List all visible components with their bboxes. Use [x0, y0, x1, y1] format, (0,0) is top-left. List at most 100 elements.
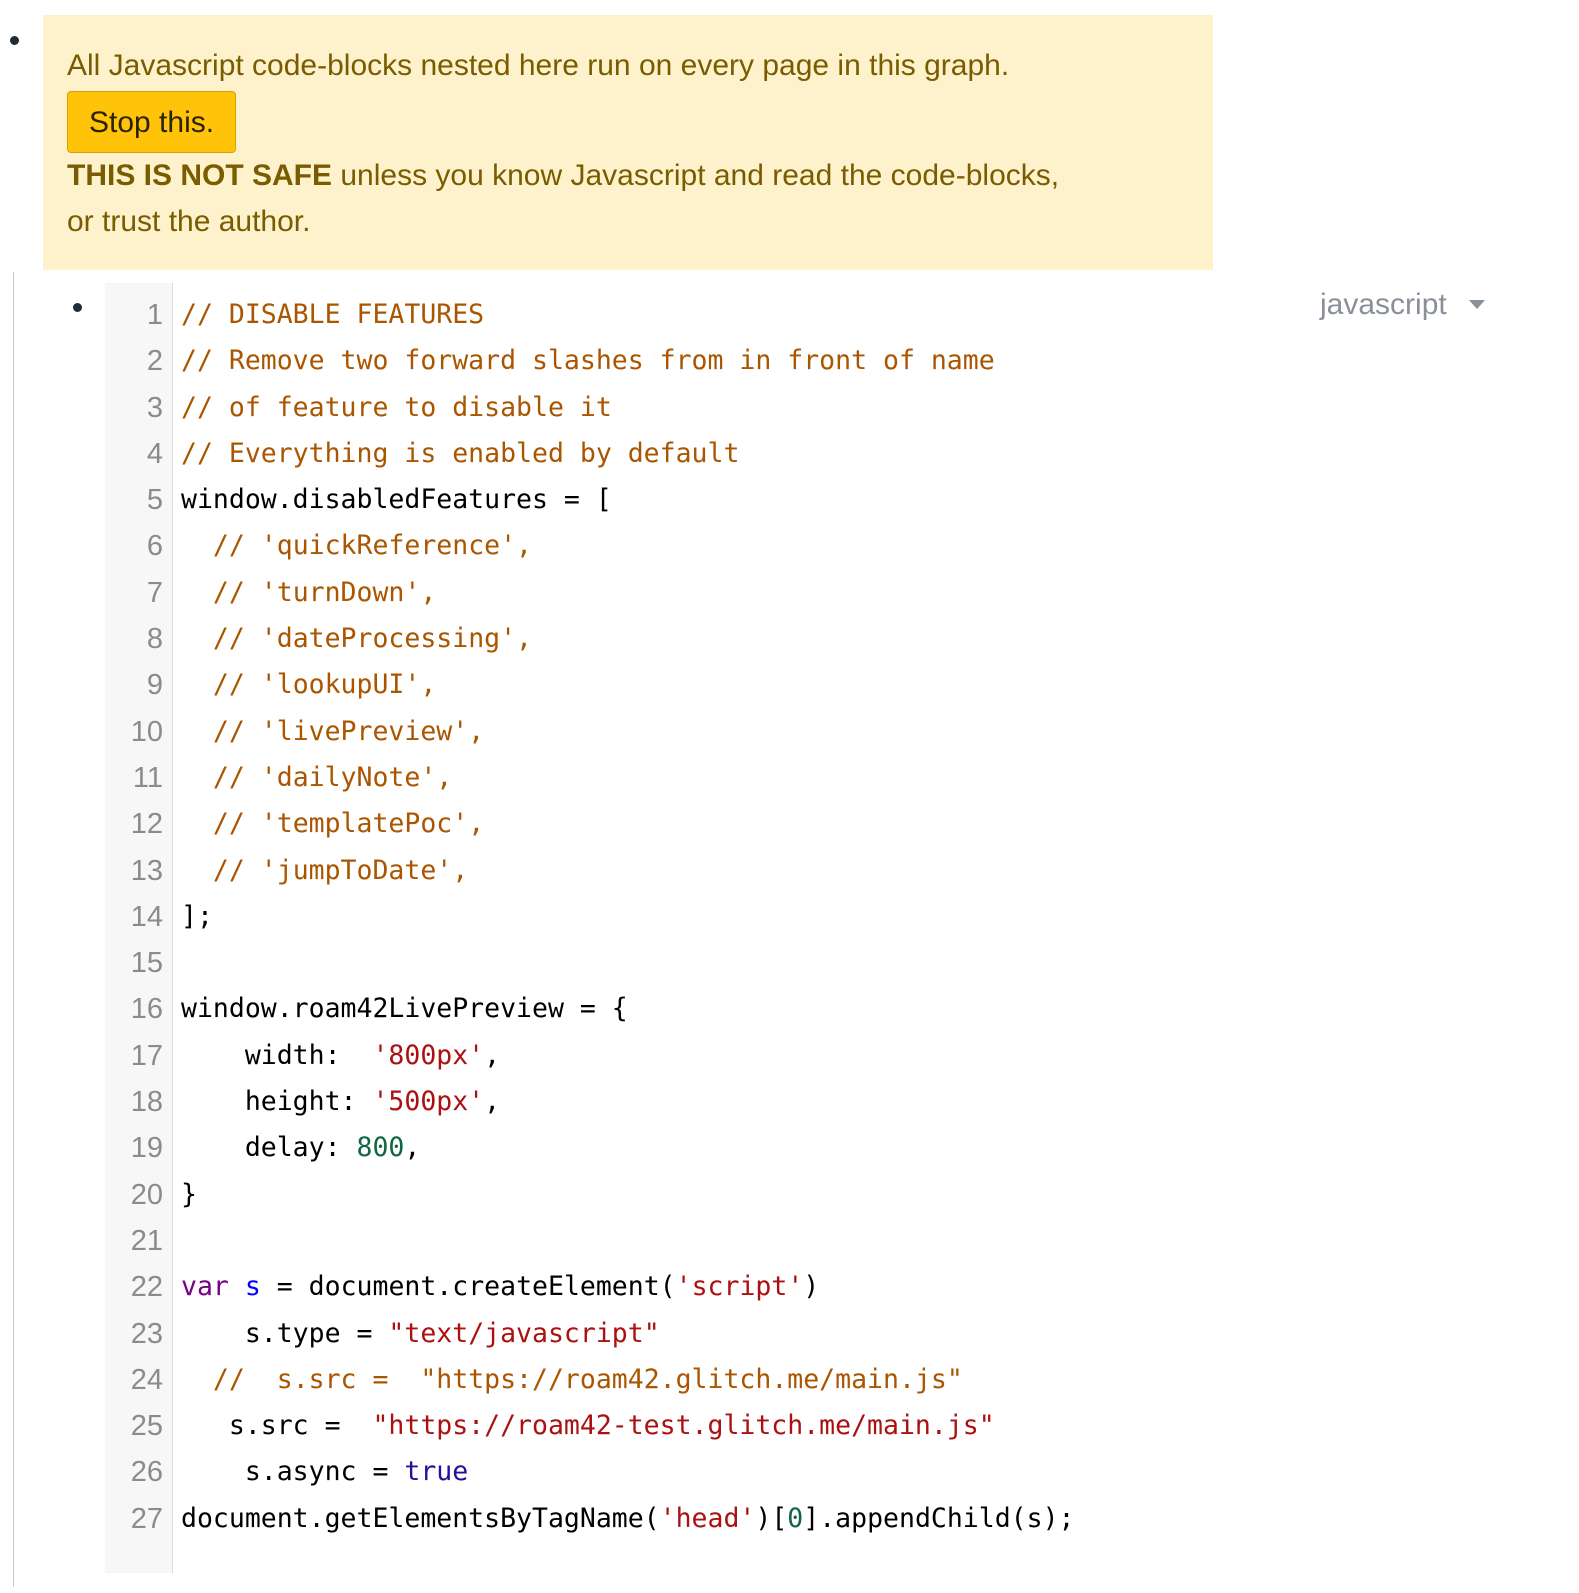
code-line[interactable]: 19 delay: 800, — [105, 1128, 1535, 1174]
code-token: 'script' — [675, 1271, 804, 1303]
js-warning-banner: All Javascript code-blocks nested here r… — [43, 15, 1213, 270]
code-line[interactable]: 6 // 'quickReference', — [105, 526, 1535, 572]
code-line[interactable]: 18 height: '500px', — [105, 1082, 1535, 1128]
code-text[interactable]: var s = document.createElement('script') — [181, 1267, 819, 1307]
code-text[interactable]: // 'jumpToDate', — [181, 851, 468, 891]
code-text[interactable]: width: '800px', — [181, 1036, 500, 1076]
code-token: '500px' — [372, 1086, 485, 1118]
code-token: // 'livePreview', — [212, 715, 485, 747]
code-line[interactable]: 14]; — [105, 897, 1535, 943]
code-token: , — [484, 1039, 501, 1071]
line-number: 22 — [130, 1271, 163, 1304]
code-token: , — [484, 1086, 501, 1118]
stop-this-button[interactable]: Stop this. — [67, 91, 237, 153]
warning-bold-text: THIS IS NOT SAFE — [67, 159, 333, 192]
code-line[interactable]: 27 document.getElementsByTagName('head')[… — [105, 1499, 1535, 1545]
code-token: s — [244, 1271, 261, 1303]
language-select[interactable]: javascript — [1320, 288, 1485, 322]
code-line[interactable]: 21 — [105, 1221, 1535, 1267]
line-number: 19 — [130, 1132, 163, 1165]
code-line[interactable]: 5 window.disabledFeatures = [ — [105, 480, 1535, 526]
line-number: 2 — [146, 345, 163, 378]
code-text[interactable]: // Everything is enabled by default — [181, 434, 739, 474]
line-number: 25 — [130, 1410, 163, 1443]
code-text[interactable]: // 'turnDown', — [181, 573, 436, 613]
line-number: 17 — [130, 1039, 163, 1072]
line-number: 24 — [130, 1363, 163, 1396]
code-text[interactable]: window.roam42LivePreview = { — [181, 989, 628, 1029]
code-line[interactable]: 25 s.src = "https://roam42-test.glitch.m… — [105, 1406, 1535, 1452]
code-line[interactable]: 9 // 'lookupUI', — [105, 665, 1535, 711]
code-token: // 'dateProcessing', — [212, 623, 533, 655]
code-text[interactable]: // 'dailyNote', — [181, 758, 452, 798]
code-text[interactable]: // 'dateProcessing', — [181, 619, 532, 659]
code-text[interactable]: s.async = true — [181, 1452, 468, 1492]
code-line[interactable]: 7 // 'turnDown', — [105, 573, 1535, 619]
line-number: 21 — [130, 1224, 163, 1257]
code-line[interactable]: 12 // 'templatePoc', — [105, 804, 1535, 850]
code-text[interactable]: s.type = "text/javascript" — [181, 1314, 660, 1354]
code-line[interactable]: 22 var s = document.createElement('script… — [105, 1267, 1535, 1313]
code-text[interactable]: // s.src = "https://roam42.glitch.me/mai… — [181, 1360, 963, 1400]
code-text[interactable]: height: '500px', — [181, 1082, 500, 1122]
code-line[interactable]: 15 — [105, 943, 1535, 989]
code-token: // Remove two forward slashes from in fr… — [181, 345, 995, 377]
line-number: 10 — [130, 715, 163, 748]
code-token: width: — [181, 1039, 373, 1071]
code-token: document.getElementsByTagName( — [181, 1502, 660, 1534]
code-line[interactable]: 24 // s.src = "https://roam42.glitch.me/… — [105, 1360, 1535, 1406]
code-text[interactable]: // 'lookupUI', — [181, 665, 436, 705]
code-text[interactable]: // of feature to disable it — [181, 388, 612, 428]
code-line[interactable]: 26 s.async = true — [105, 1452, 1535, 1498]
block-bullet[interactable] — [10, 36, 19, 45]
code-text[interactable]: // Remove two forward slashes from in fr… — [181, 341, 995, 381]
code-token: height: — [181, 1086, 373, 1118]
code-text[interactable]: } — [181, 1175, 197, 1215]
code-text[interactable]: // 'templatePoc', — [181, 804, 484, 844]
code-line[interactable]: 2 // Remove two forward slashes from in f… — [105, 341, 1535, 387]
code-token: s.src = — [181, 1410, 373, 1442]
code-token: 0 — [787, 1502, 804, 1534]
code-token: 800 — [356, 1132, 405, 1164]
code-token: // Everything is enabled by default — [181, 437, 740, 469]
code-line[interactable]: 8 // 'dateProcessing', — [105, 619, 1535, 665]
code-text[interactable]: document.getElementsByTagName('head')[0]… — [181, 1499, 1075, 1539]
code-line[interactable]: 10 // 'livePreview', — [105, 712, 1535, 758]
code-token: // DISABLE FEATURES — [181, 299, 485, 330]
line-number: 14 — [130, 900, 163, 933]
code-line[interactable]: 23 s.type = "text/javascript" — [105, 1314, 1535, 1360]
code-text[interactable]: delay: 800, — [181, 1128, 421, 1168]
language-label: javascript — [1320, 288, 1447, 321]
code-block-bullet[interactable] — [73, 303, 82, 312]
code-token: "https://roam42-test.glitch.me/main.js" — [372, 1410, 995, 1442]
code-line[interactable]: 4 // Everything is enabled by default — [105, 434, 1535, 480]
code-token: // 'turnDown', — [212, 576, 437, 608]
code-text[interactable]: // 'quickReference', — [181, 526, 532, 566]
code-text[interactable]: s.src = "https://roam42-test.glitch.me/m… — [181, 1406, 995, 1446]
code-line[interactable]: 13 // 'jumpToDate', — [105, 851, 1535, 897]
warning-rest-text: unless you know Javascript and read the … — [332, 159, 1060, 192]
code-editor[interactable]: 1 // DISABLE FEATURES 2 // Remove two forwa… — [105, 283, 1535, 1573]
code-line[interactable]: 17 width: '800px', — [105, 1036, 1535, 1082]
code-text[interactable]: // 'livePreview', — [181, 712, 484, 752]
code-line[interactable]: 16 window.roam42LivePreview = { — [105, 989, 1535, 1035]
line-number: 18 — [130, 1086, 163, 1119]
children-guide-line — [13, 272, 14, 1587]
line-number: 7 — [146, 576, 163, 609]
line-number: 27 — [130, 1502, 163, 1535]
code-token: )[ — [755, 1502, 788, 1534]
code-text[interactable]: // DISABLE FEATURES — [181, 295, 484, 335]
code-text[interactable]: window.disabledFeatures = [ — [181, 480, 612, 520]
code-lines[interactable]: 1 // DISABLE FEATURES 2 // Remove two forwa… — [105, 295, 1535, 1545]
code-text[interactable]: ]; — [181, 897, 213, 937]
code-line[interactable]: 20} — [105, 1175, 1535, 1221]
code-token: var — [181, 1271, 229, 1303]
code-line[interactable]: 3 // of feature to disable it — [105, 388, 1535, 434]
code-token: delay: — [181, 1132, 357, 1164]
code-token: } — [181, 1178, 197, 1210]
code-line[interactable]: 11 // 'dailyNote', — [105, 758, 1535, 804]
line-number: 12 — [130, 808, 163, 841]
